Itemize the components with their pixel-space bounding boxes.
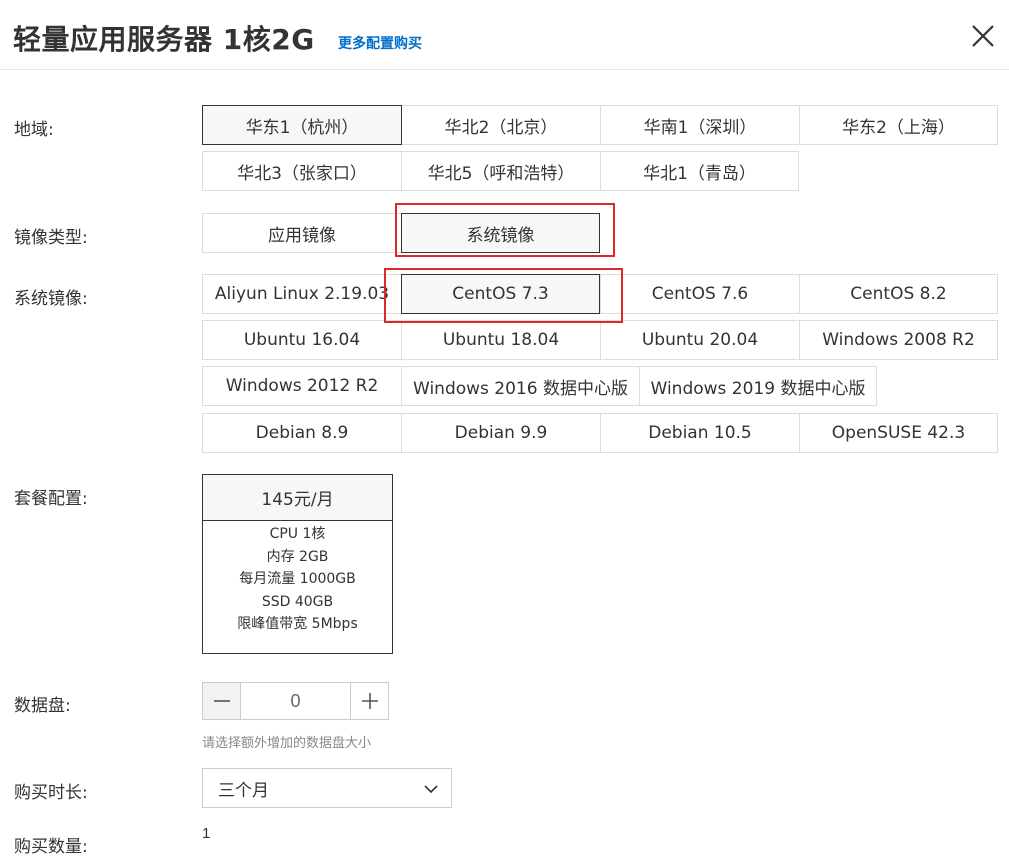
system-image-label: 系统镜像:	[14, 289, 88, 309]
data-disk-input[interactable]	[241, 683, 350, 719]
plan-price[interactable]: 145元/月	[203, 475, 392, 521]
plan-card[interactable]: 145元/月 CPU 1核 内存 2GB 每月流量 1000GB SSD 40G…	[202, 474, 393, 654]
data-disk-hint: 请选择额外增加的数据盘大小	[202, 736, 372, 751]
image-option-windows-2012[interactable]: Windows 2012 R2	[202, 366, 402, 406]
region-option-hangzhou[interactable]: 华东1（杭州）	[202, 105, 402, 145]
region-label: 地域:	[14, 120, 54, 140]
quantity-label: 购买数量:	[14, 837, 88, 857]
image-option-windows-2019[interactable]: Windows 2019 数据中心版	[639, 366, 877, 406]
minus-icon	[213, 700, 230, 702]
plan-spec-traffic: 每月流量 1000GB	[239, 571, 356, 587]
quantity-value: 1	[202, 825, 211, 842]
image-option-centos-82[interactable]: CentOS 8.2	[799, 274, 998, 314]
dialog-header: 轻量应用服务器 1核2G 更多配置购买	[0, 0, 1009, 70]
plan-spec-memory: 内存 2GB	[266, 548, 329, 565]
decrement-button[interactable]	[203, 683, 241, 719]
image-option-debian-105[interactable]: Debian 10.5	[600, 413, 800, 453]
region-option-beijing[interactable]: 华北2（北京）	[401, 105, 601, 145]
region-option-zhangjiakou[interactable]: 华北3（张家口）	[202, 151, 402, 191]
region-option-qingdao[interactable]: 华北1（青岛）	[600, 151, 799, 191]
image-type-system[interactable]: 系统镜像	[401, 213, 600, 253]
region-option-huhehaote[interactable]: 华北5（呼和浩特）	[401, 151, 601, 191]
image-option-aliyun-linux[interactable]: Aliyun Linux 2.19.03	[202, 274, 402, 314]
chevron-down-icon	[423, 781, 439, 802]
data-disk-label: 数据盘:	[14, 696, 71, 716]
image-option-centos-73[interactable]: CentOS 7.3	[401, 274, 600, 314]
image-type-label: 镜像类型:	[14, 228, 88, 248]
duration-value: 三个月	[218, 780, 269, 801]
duration-label: 购买时长:	[14, 783, 88, 803]
region-option-shenzhen[interactable]: 华南1（深圳）	[600, 105, 800, 145]
image-option-debian-99[interactable]: Debian 9.9	[401, 413, 601, 453]
image-option-debian-89[interactable]: Debian 8.9	[202, 413, 402, 453]
image-option-windows-2016[interactable]: Windows 2016 数据中心版	[401, 366, 640, 406]
plus-icon	[361, 693, 378, 709]
image-type-app[interactable]: 应用镜像	[202, 213, 402, 253]
plan-label: 套餐配置:	[14, 489, 88, 509]
duration-select[interactable]: 三个月	[202, 768, 452, 808]
image-option-ubuntu-2004[interactable]: Ubuntu 20.04	[600, 320, 800, 360]
more-config-link[interactable]: 更多配置购买	[338, 33, 422, 53]
image-option-windows-2008[interactable]: Windows 2008 R2	[799, 320, 998, 360]
plan-spec-cpu: CPU 1核	[269, 526, 326, 542]
dialog-title: 轻量应用服务器 1核2G	[13, 23, 315, 56]
image-option-ubuntu-1804[interactable]: Ubuntu 18.04	[401, 320, 601, 360]
plan-spec-ssd: SSD 40GB	[261, 593, 334, 610]
image-option-centos-76[interactable]: CentOS 7.6	[600, 274, 800, 314]
plan-spec-bandwidth: 限峰值带宽 5Mbps	[237, 616, 358, 632]
increment-button[interactable]	[350, 683, 388, 719]
close-icon[interactable]	[969, 22, 997, 50]
data-disk-stepper	[202, 682, 389, 720]
region-option-shanghai[interactable]: 华东2（上海）	[799, 105, 998, 145]
plan-specs: CPU 1核 内存 2GB 每月流量 1000GB SSD 40GB 限峰值带宽…	[203, 521, 392, 636]
image-option-ubuntu-1604[interactable]: Ubuntu 16.04	[202, 320, 402, 360]
image-option-opensuse-423[interactable]: OpenSUSE 42.3	[799, 413, 998, 453]
